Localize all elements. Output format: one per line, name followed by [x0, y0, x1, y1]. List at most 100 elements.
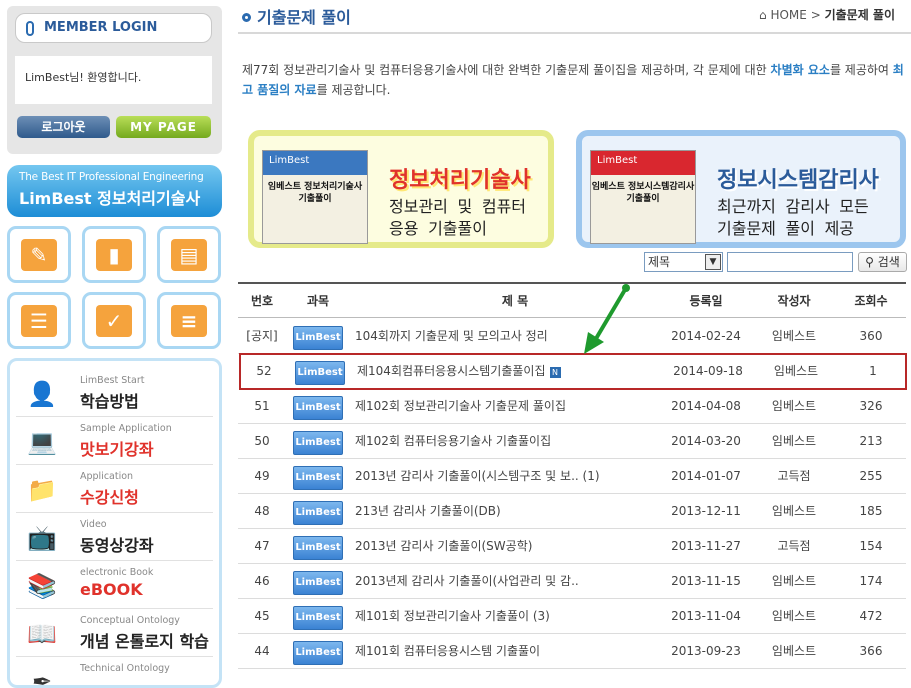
row-title[interactable]: 제102회 정보관리기술사 기출문제 풀이집 [355, 389, 675, 424]
header-date: 등록일 [689, 294, 723, 308]
table-row[interactable]: 50 LimBest 제102회 컴퓨터응용기술사 기출풀이집 2014-03-20 임… [238, 424, 906, 459]
row-title[interactable]: 제101회 컴퓨터응용시스템 기출풀이 [355, 634, 675, 669]
row-title[interactable]: 2013년제 감리사 기출풀이(사업관리 및 감.. [355, 564, 675, 599]
promo-title: 정보시스템감리사 [717, 168, 879, 193]
login-box: MEMBER LOGIN LimBest님! 환영합니다. 로그아웃 MY PA… [7, 6, 222, 154]
table-row[interactable]: 52 LimBest 제104회컴퓨터응용시스템기출풀이집 N 2014-09-18 임베… [239, 353, 907, 390]
row-date: 2013-12-11 [671, 504, 741, 518]
category-tag[interactable]: LimBest [293, 431, 343, 455]
member-login-title: MEMBER LOGIN [15, 13, 212, 43]
search-button[interactable]: ⚲ 검색 [858, 252, 907, 272]
chart-icon: ▮ [96, 238, 132, 271]
row-title[interactable]: 213년 감리사 기출풀이(DB) [355, 494, 675, 529]
category-tag[interactable]: LimBest [293, 326, 343, 350]
list-tile[interactable]: ☰ [7, 292, 71, 349]
row-category: LimBest [286, 389, 350, 424]
search-input[interactable] [727, 252, 853, 272]
check-tile[interactable]: ✓ [82, 292, 146, 349]
row-title-text[interactable]: 제102회 컴퓨터응용기술사 기출풀이집 [355, 434, 551, 448]
chart-tile[interactable]: ▮ [82, 226, 146, 283]
table-row[interactable]: 49 LimBest 2013년 감리사 기출풀이(시스템구조 및 보.. (1) 2… [238, 459, 906, 494]
menu-label: 맛보기강좌 [80, 440, 154, 459]
category-tag[interactable]: LimBest [295, 361, 345, 385]
row-title[interactable]: 제101회 정보관리기술사 기출풀이 (3) [355, 599, 675, 634]
login-pill-icon [26, 21, 34, 36]
row-writer: 고득점 [777, 539, 811, 553]
row-title-text[interactable]: 제101회 정보관리기술사 기출풀이 (3) [355, 609, 550, 623]
category-tag[interactable]: LimBest [293, 571, 343, 595]
row-category: LimBest [286, 564, 350, 599]
menu-item-apply[interactable]: 📁 Application 수강신청 [16, 465, 213, 513]
menu-label: 동영상강좌 [80, 536, 154, 555]
header-category: 과목 [306, 294, 330, 308]
promo-auditor[interactable]: LimBest 임베스트 정보시스템감리사 기출풀이 정보시스템감리사 최근까지… [576, 130, 906, 248]
list-icon: ☰ [21, 304, 57, 337]
table-row[interactable]: 44 LimBest 제101회 컴퓨터응용시스템 기출풀이 2013-09-23 임베… [238, 634, 906, 669]
category-tag[interactable]: LimBest [293, 536, 343, 560]
row-writer: 임베스트 [771, 504, 817, 518]
row-title[interactable]: 2013년 감리사 기출풀이(SW공학) [355, 529, 675, 564]
row-title-text[interactable]: 2013년 감리사 기출풀이(SW공학) [355, 539, 532, 553]
category-tag[interactable]: LimBest [293, 466, 343, 490]
menu-item-sample[interactable]: 💻 Sample Application 맛보기강좌 [16, 417, 213, 465]
promo-desc-line: 정보관리 및 컴퓨터 [389, 197, 527, 216]
promo-engineer[interactable]: LimBest 임베스트 정보처리기술사 기출풀이 정보처리기술사 정보관리 및… [248, 130, 554, 248]
menu-sub: Video [80, 519, 107, 530]
row-no: 50 [254, 434, 270, 448]
menu-item-study[interactable]: 👤 LimBest Start 학습방법 [16, 369, 213, 417]
book-cover-image: LimBest 임베스트 정보시스템감리사 기출풀이 [590, 150, 696, 244]
row-title-text[interactable]: 제102회 정보관리기술사 기출문제 풀이집 [355, 399, 566, 413]
logout-button[interactable]: 로그아웃 [17, 116, 110, 138]
category-tag[interactable]: LimBest [293, 641, 343, 665]
row-title-text[interactable]: 제104회컴퓨터응용시스템기출풀이집 [357, 364, 546, 378]
table-row[interactable]: 46 LimBest 2013년제 감리사 기출풀이(사업관리 및 감.. 2013-… [238, 564, 906, 599]
row-title-text[interactable]: 2013년 감리사 기출풀이(시스템구조 및 보.. (1) [355, 469, 600, 483]
row-title-text[interactable]: 제101회 컴퓨터응용시스템 기출풀이 [355, 644, 540, 658]
table-row[interactable]: 48 LimBest 213년 감리사 기출풀이(DB) 2013-12-11 임베스트… [238, 494, 906, 529]
book-tile[interactable]: ▤ [157, 226, 221, 283]
breadcrumb-separator: > [810, 8, 821, 22]
row-no: 48 [254, 504, 270, 518]
table-row[interactable]: 45 LimBest 제101회 정보관리기술사 기출풀이 (3) 2013-11-0… [238, 599, 906, 634]
menu-list-tile[interactable]: ≡ [157, 292, 221, 349]
banner-subtitle: The Best IT Professional Engineering [19, 171, 204, 183]
table-row[interactable]: 51 LimBest 제102회 정보관리기술사 기출문제 풀이집 2014-04-0… [238, 389, 906, 424]
menu-list-icon: ≡ [171, 304, 207, 337]
row-title-text[interactable]: 2013년제 감리사 기출풀이(사업관리 및 감.. [355, 574, 579, 588]
row-views: 472 [859, 609, 883, 623]
banner-title: LimBest 정보처리기술사 [19, 189, 201, 208]
pencil-tile[interactable]: ✎ [7, 226, 71, 283]
row-date: 2014-01-07 [671, 469, 741, 483]
intro-part: 를 제공하여 [829, 63, 893, 77]
row-title[interactable]: 제102회 컴퓨터응용기술사 기출풀이집 [355, 424, 675, 459]
sidebar: MEMBER LOGIN LimBest님! 환영합니다. 로그아웃 MY PA… [0, 0, 228, 688]
page-title: 기출문제 풀이 [242, 4, 351, 28]
title-bullet-icon [242, 13, 251, 22]
limbest-banner[interactable]: The Best IT Professional Engineering Lim… [7, 165, 222, 217]
category-tag[interactable]: LimBest [293, 606, 343, 630]
row-no: 52 [256, 364, 272, 378]
row-title-text[interactable]: 104회까지 기출문제 및 모의고사 정리 [355, 329, 548, 343]
row-title-text[interactable]: 213년 감리사 기출풀이(DB) [355, 504, 501, 518]
search-field-select[interactable]: 제목 ▼ [644, 252, 723, 272]
breadcrumb: ⌂ HOME > 기출문제 풀이 [759, 6, 895, 23]
table-row[interactable]: [공지] LimBest 104회까지 기출문제 및 모의고사 정리 2014-02-… [238, 319, 906, 354]
menu-item-concept[interactable]: 📖 Conceptual Ontology 개념 온톨로지 학습 [16, 609, 213, 657]
promo-desc-line: 기출문제 풀이 제공 [717, 219, 855, 238]
row-writer: 임베스트 [773, 364, 819, 378]
menu-item-ebook[interactable]: 📚 electronic Book eBOOK [16, 561, 213, 609]
menu-item-technical[interactable]: ✒ Technical Ontology [16, 657, 213, 688]
menu-label: eBOOK [80, 580, 143, 599]
row-title[interactable]: 2013년 감리사 기출풀이(시스템구조 및 보.. (1) [355, 459, 675, 494]
menu-sub: Sample Application [80, 423, 172, 434]
chevron-down-icon[interactable]: ▼ [705, 254, 721, 270]
table-row[interactable]: 47 LimBest 2013년 감리사 기출풀이(SW공학) 2013-11-27 고… [238, 529, 906, 564]
pen-icon: ✒ [31, 668, 53, 688]
category-tag[interactable]: LimBest [293, 501, 343, 525]
row-no: 46 [254, 574, 270, 588]
breadcrumb-home[interactable]: HOME [770, 8, 806, 22]
category-tag[interactable]: LimBest [293, 396, 343, 420]
menu-label: 개념 온톨로지 학습 [80, 632, 209, 651]
menu-item-video[interactable]: 📺 Video 동영상강좌 [16, 513, 213, 561]
mypage-button[interactable]: MY PAGE [116, 116, 211, 138]
